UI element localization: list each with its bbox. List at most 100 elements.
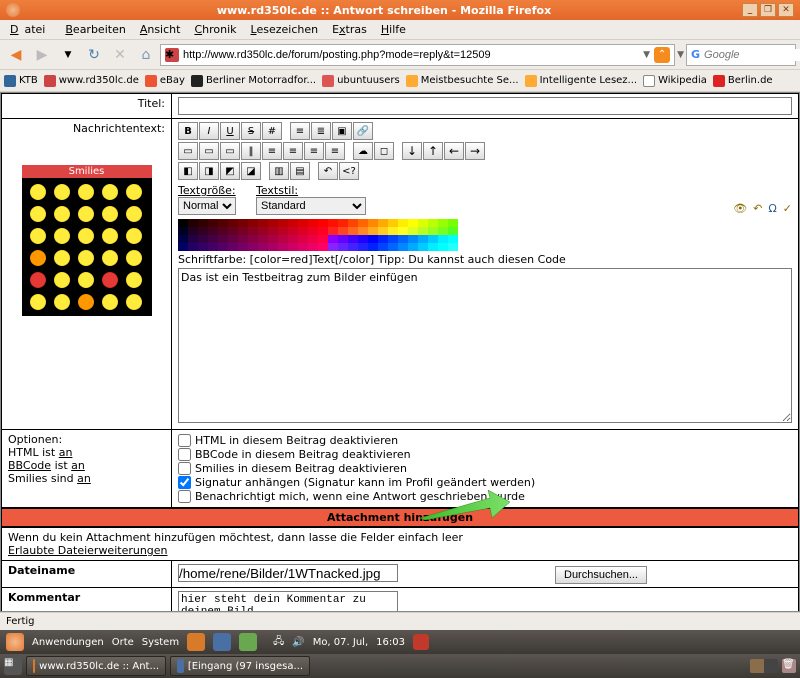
color-cell[interactable] [238, 243, 248, 251]
color-cell[interactable] [338, 219, 348, 227]
color-cell[interactable] [298, 235, 308, 243]
color-cell[interactable] [358, 243, 368, 251]
stop-button[interactable]: ✕ [108, 43, 132, 67]
bb-list[interactable]: ≡ [290, 122, 310, 140]
color-cell[interactable] [448, 227, 458, 235]
minimize-button[interactable]: _ [742, 3, 758, 17]
menu-lesezeichen[interactable]: Lesezeichen [245, 21, 325, 38]
reload-button[interactable]: ↻ [82, 43, 106, 67]
title-input[interactable] [178, 97, 792, 115]
smiley[interactable] [102, 294, 118, 310]
tray-vol-icon[interactable]: 🔊 [292, 637, 304, 648]
color-cell[interactable] [398, 235, 408, 243]
color-cell[interactable] [418, 219, 428, 227]
bb-stripes[interactable]: ‖ [241, 142, 261, 160]
color-cell[interactable] [428, 227, 438, 235]
panel-date[interactable]: Mo, 07. Jul, [313, 637, 368, 648]
bookmark-rd350lc[interactable]: www.rd350lc.de [44, 75, 139, 87]
color-cell[interactable] [208, 243, 218, 251]
smiley[interactable] [30, 184, 46, 200]
color-cell[interactable] [178, 243, 188, 251]
color-cell[interactable] [428, 219, 438, 227]
smiley[interactable] [54, 250, 70, 266]
color-cell[interactable] [318, 243, 328, 251]
smiley[interactable] [126, 294, 142, 310]
forward-button[interactable]: ▶ [30, 43, 54, 67]
smiley[interactable] [30, 228, 46, 244]
color-cell[interactable] [198, 219, 208, 227]
url-input[interactable] [183, 49, 639, 61]
menu-datei[interactable]: Datei [4, 21, 57, 38]
color-cell[interactable] [448, 235, 458, 243]
color-cell[interactable] [188, 219, 198, 227]
color-cell[interactable] [358, 227, 368, 235]
smiley[interactable] [78, 294, 94, 310]
filename-input[interactable] [178, 564, 398, 582]
shutdown-icon[interactable] [413, 634, 429, 650]
bb-bold[interactable]: B [178, 122, 198, 140]
bb-center[interactable]: ≡ [283, 142, 303, 160]
color-cell[interactable] [298, 219, 308, 227]
color-cell[interactable] [408, 243, 418, 251]
bb-arrow-right[interactable]: → [465, 142, 485, 160]
dropdown-history[interactable]: ▼ [56, 43, 80, 67]
bookmark-meist[interactable]: Meistbesuchte Se... [406, 75, 519, 87]
cb-disable-smilies[interactable] [178, 462, 191, 475]
bookmark-ebay[interactable]: eBay [145, 75, 185, 87]
tool-eye-icon[interactable]: 👁 [733, 202, 747, 215]
smiley[interactable] [102, 184, 118, 200]
message-textarea[interactable]: Das ist ein Testbeitrag zum Bilder einfü… [178, 268, 792, 423]
smiley[interactable] [30, 272, 46, 288]
bb-help[interactable]: <? [339, 162, 359, 180]
color-cell[interactable] [258, 227, 268, 235]
color-cell[interactable] [418, 227, 428, 235]
bb-t3[interactable]: ◩ [220, 162, 240, 180]
smiley[interactable] [30, 250, 46, 266]
bookmark-smart[interactable]: Intelligente Lesez... [525, 75, 637, 87]
color-cell[interactable] [278, 243, 288, 251]
task-firefox[interactable]: www.rd350lc.de :: Ant... [26, 656, 166, 676]
color-cell[interactable] [408, 219, 418, 227]
color-cell[interactable] [318, 219, 328, 227]
color-cell[interactable] [418, 243, 428, 251]
color-cell[interactable] [318, 227, 328, 235]
bb-undo[interactable]: ↶ [318, 162, 338, 180]
smiley[interactable] [54, 294, 70, 310]
search-box[interactable]: G [686, 44, 796, 66]
search-engine-icon[interactable]: G [691, 48, 700, 61]
url-bar[interactable]: ✱ ▼ ⌃ [160, 44, 675, 66]
color-cell[interactable] [238, 235, 248, 243]
color-cell[interactable] [248, 219, 258, 227]
menu-hilfe[interactable]: Hilfe [375, 21, 412, 38]
color-cell[interactable] [368, 243, 378, 251]
color-cell[interactable] [308, 227, 318, 235]
smiley[interactable] [54, 228, 70, 244]
task-mail[interactable]: [Eingang (97 insgesa... [170, 656, 310, 676]
bb-right[interactable]: ≡ [304, 142, 324, 160]
color-cell[interactable] [198, 227, 208, 235]
smiley[interactable] [102, 206, 118, 222]
color-cell[interactable] [328, 243, 338, 251]
color-cell[interactable] [358, 219, 368, 227]
color-cell[interactable] [348, 235, 358, 243]
color-cell[interactable] [248, 235, 258, 243]
rss-icon[interactable]: ⌃ [654, 47, 670, 63]
smiley[interactable] [78, 184, 94, 200]
color-cell[interactable] [248, 243, 258, 251]
smiley[interactable] [30, 294, 46, 310]
bb-left[interactable]: ≡ [325, 142, 345, 160]
tool-omega-icon[interactable]: Ω [768, 202, 776, 215]
color-cell[interactable] [268, 219, 278, 227]
ubuntu-logo-icon[interactable] [6, 633, 24, 651]
browse-button[interactable]: Durchsuchen... [555, 566, 647, 584]
bb-cloud[interactable]: ☁ [353, 142, 373, 160]
textstyle-select[interactable]: Standard [256, 197, 366, 215]
color-cell[interactable] [318, 235, 328, 243]
bb-t6[interactable]: ▤ [290, 162, 310, 180]
cb-attach-sig[interactable] [178, 476, 191, 489]
color-cell[interactable] [388, 219, 398, 227]
url-dropdown-icon[interactable]: ▼ [643, 50, 650, 60]
color-cell[interactable] [258, 219, 268, 227]
color-cell[interactable] [378, 227, 388, 235]
firefox-launcher-icon[interactable] [187, 633, 205, 651]
